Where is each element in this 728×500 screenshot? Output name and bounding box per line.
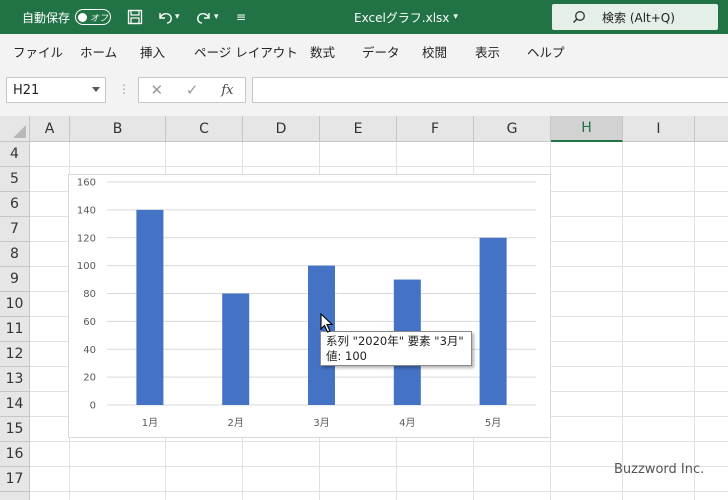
formula-input[interactable]	[252, 77, 728, 103]
gridline	[694, 142, 695, 500]
tab-page-layout[interactable]: ページ レイアウト	[194, 42, 298, 61]
tab-help[interactable]: ヘルプ	[527, 42, 565, 61]
row-header-11[interactable]: 11	[0, 317, 30, 342]
bar	[479, 237, 507, 405]
select-all-corner[interactable]	[0, 116, 30, 142]
redo-icon[interactable]	[194, 7, 214, 27]
bar	[136, 209, 164, 405]
column-header-i[interactable]: I	[623, 116, 695, 142]
tab-formulas[interactable]: 数式	[310, 42, 335, 61]
mouse-cursor-icon	[320, 313, 334, 333]
formula-bar: H21 ⋮ ✕ ✓ fx	[0, 66, 728, 116]
column-header-b[interactable]: B	[70, 116, 166, 142]
chart-area[interactable]: 0 20 40 60 80 100 120 140 160 1月 2月 3月 4月 5月	[68, 174, 551, 438]
chart-tooltip: 系列 "2020年" 要素 "3月" 値: 100	[320, 331, 472, 366]
gridline	[30, 491, 728, 492]
tab-insert[interactable]: 挿入	[140, 42, 165, 61]
row-header-7[interactable]: 7	[0, 217, 30, 242]
name-box-dropdown-icon[interactable]	[92, 87, 100, 92]
file-name-dropdown-icon: ▾	[453, 12, 458, 22]
bar-chart[interactable]: 0 20 40 60 80 100 120 140 160 1月 2月 3月 4月 5月	[69, 175, 550, 437]
select-all-icon	[13, 125, 26, 138]
column-header-h[interactable]: H	[551, 116, 623, 142]
tab-review[interactable]: 校閲	[422, 42, 447, 61]
gridline	[622, 142, 623, 500]
tab-file[interactable]: ファイル	[13, 42, 63, 61]
save-icon[interactable]	[125, 7, 145, 27]
tooltip-value-line: 値: 100	[326, 349, 367, 363]
x-tick-label: 4月	[399, 417, 415, 429]
undo-dropdown-icon[interactable]: ▾	[175, 12, 180, 22]
row-header-6[interactable]: 6	[0, 192, 30, 217]
insert-function-icon[interactable]: fx	[221, 83, 233, 98]
file-name-label: Excelグラフ.xlsx	[354, 10, 450, 25]
search-icon	[572, 10, 586, 24]
toggle-knob	[78, 12, 88, 22]
column-header-d[interactable]: D	[243, 116, 320, 142]
autosave-label: 自動保存	[22, 10, 71, 25]
enter-icon[interactable]: ✓	[186, 81, 199, 99]
name-box[interactable]: H21	[6, 77, 106, 103]
row-header-13[interactable]: 13	[0, 367, 30, 392]
row-header-14[interactable]: 14	[0, 392, 30, 417]
autosave-state: オフ	[90, 13, 109, 24]
x-tick-label: 2月	[228, 417, 244, 429]
y-tick-label: 60	[83, 317, 96, 328]
y-tick-label: 100	[77, 261, 96, 272]
file-name[interactable]: Excelグラフ.xlsx ▾	[354, 0, 458, 34]
undo-icon[interactable]	[155, 7, 175, 27]
y-tick-label: 120	[77, 233, 96, 244]
ribbon-tabs: ファイル ホーム 挿入 ページ レイアウト 数式 データ 校閲 表示 ヘルプ	[0, 34, 728, 67]
row-header-9[interactable]: 9	[0, 267, 30, 292]
row-header-17[interactable]: 17	[0, 467, 30, 492]
x-tick-label: 3月	[313, 417, 329, 429]
y-tick-label: 20	[83, 373, 96, 384]
autosave-toggle[interactable]: オフ	[75, 9, 112, 25]
y-tick-label: 40	[83, 345, 96, 356]
tab-data[interactable]: データ	[362, 42, 400, 61]
y-tick-label: 160	[77, 178, 96, 189]
y-tick-label: 0	[90, 401, 96, 412]
formula-tools: ✕ ✓ fx	[138, 77, 246, 103]
redo-dropdown-icon[interactable]: ▾	[214, 12, 219, 22]
column-header-partial[interactable]	[695, 116, 728, 142]
tab-view[interactable]: 表示	[475, 42, 500, 61]
row-header-4[interactable]: 4	[0, 142, 30, 167]
x-tick-label: 5月	[485, 417, 501, 429]
tooltip-series-line: 系列 "2020年" 要素 "3月"	[326, 334, 464, 348]
search-label: 検索 (Alt+Q)	[602, 10, 675, 25]
customize-toolbar-icon[interactable]: ≡	[236, 10, 246, 24]
y-tick-label: 140	[77, 205, 96, 216]
gridline	[30, 441, 728, 442]
watermark: Buzzword Inc.	[614, 462, 705, 477]
row-header-12[interactable]: 12	[0, 342, 30, 367]
column-header-e[interactable]: E	[320, 116, 397, 142]
more-options-icon[interactable]: ⋮	[118, 82, 130, 96]
name-box-value: H21	[13, 82, 40, 98]
row-header-10[interactable]: 10	[0, 292, 30, 317]
search-box[interactable]: 検索 (Alt+Q)	[552, 4, 718, 30]
x-tick-label: 1月	[142, 417, 158, 429]
tab-home[interactable]: ホーム	[80, 42, 117, 61]
y-tick-label: 80	[83, 289, 96, 300]
autosave-control[interactable]: 自動保存 オフ	[22, 0, 112, 34]
column-header-a[interactable]: A	[30, 116, 70, 142]
gridline	[30, 166, 728, 167]
row-header-16[interactable]: 16	[0, 442, 30, 467]
row-header-15[interactable]: 15	[0, 417, 30, 442]
column-header-c[interactable]: C	[166, 116, 243, 142]
row-header-8[interactable]: 8	[0, 242, 30, 267]
column-header-f[interactable]: F	[397, 116, 474, 142]
column-header-g[interactable]: G	[474, 116, 551, 142]
cancel-icon[interactable]: ✕	[150, 81, 163, 99]
bar	[222, 293, 250, 405]
row-header-5[interactable]: 5	[0, 167, 30, 192]
row-header-partial[interactable]	[0, 492, 30, 500]
title-bar: 自動保存 オフ ▾ ▾ ≡ Excelグラフ.xlsx ▾ 検索 (Alt+Q)	[0, 0, 728, 34]
